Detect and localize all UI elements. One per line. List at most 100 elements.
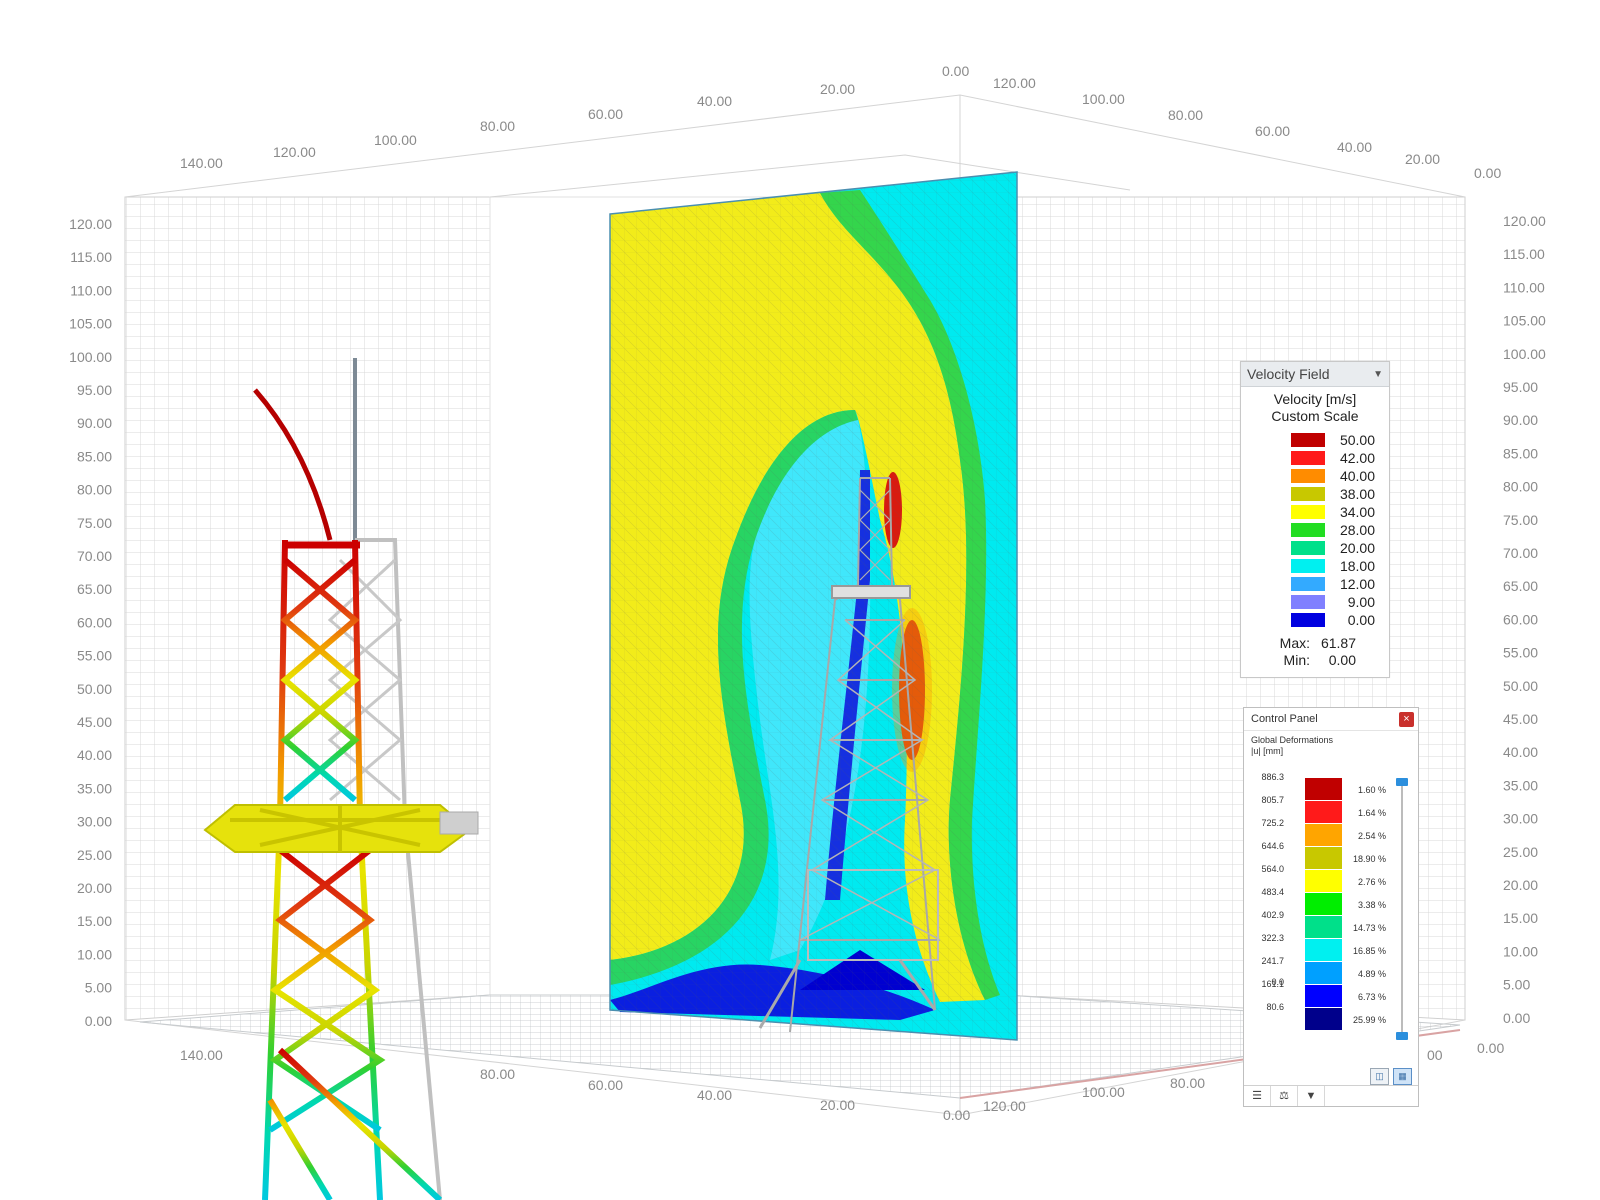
vertical-axis-right-tick: 90.00 bbox=[1503, 412, 1538, 428]
min-label: Min: bbox=[1283, 652, 1310, 668]
color-swatch bbox=[1305, 824, 1342, 846]
color-swatch bbox=[1291, 523, 1325, 537]
velocity-legend-panel: Velocity Field ▼ Velocity [m/s] Custom S… bbox=[1240, 361, 1390, 678]
deformation-value: 241.7 bbox=[1261, 956, 1284, 966]
top-axis-left-tick: 60.00 bbox=[588, 106, 623, 122]
top-axis-left-tick: 80.00 bbox=[480, 118, 515, 134]
vertical-axis-right-tick: 0.00 bbox=[1503, 1010, 1530, 1026]
velocity-legend-row: 42.00 bbox=[1241, 449, 1389, 467]
close-icon[interactable]: × bbox=[1399, 711, 1414, 727]
balance-icon[interactable]: ⚖ bbox=[1271, 1086, 1298, 1106]
vertical-axis-left-tick: 70.00 bbox=[77, 548, 112, 564]
velocity-legend-row: 34.00 bbox=[1241, 503, 1389, 521]
color-swatch bbox=[1305, 916, 1342, 938]
control-panel: Control Panel × Global Deformations |u| … bbox=[1243, 707, 1419, 1107]
scale-icon[interactable]: ▦ bbox=[1393, 1068, 1412, 1085]
deformation-value: 483.4 bbox=[1261, 887, 1284, 897]
color-scale-icon[interactable]: ☰ bbox=[1244, 1086, 1271, 1106]
vertical-axis-right-tick: 110.00 bbox=[1503, 279, 1545, 295]
vertical-axis-left-tick: 0.00 bbox=[85, 1013, 112, 1029]
color-swatch bbox=[1305, 985, 1342, 1007]
top-axis-right: 120.00 100.00 80.00 60.00 40.00 20.00 0.00 bbox=[993, 75, 1501, 181]
scale-min-value: 0.0 bbox=[1271, 977, 1284, 987]
vertical-axis-right-tick: 115.00 bbox=[1503, 246, 1545, 262]
vertical-axis-left-tick: 50.00 bbox=[77, 681, 112, 697]
top-axis-left-tick: 120.00 bbox=[273, 144, 316, 160]
top-axis-right-tick: 60.00 bbox=[1255, 123, 1290, 139]
vertical-axis-left-tick: 35.00 bbox=[77, 780, 112, 796]
percent-share: 2.54 % bbox=[1357, 831, 1386, 841]
velocity-legend-row: 9.00 bbox=[1241, 593, 1389, 611]
vertical-axis-left-tick: 5.00 bbox=[85, 980, 112, 996]
scale-range-slider[interactable] bbox=[1396, 778, 1408, 1040]
vertical-axis-right-tick: 10.00 bbox=[1503, 943, 1538, 959]
vertical-axis-left-tick: 25.00 bbox=[77, 847, 112, 863]
vertical-axis-right-tick: 45.00 bbox=[1503, 711, 1538, 727]
slider-bottom-handle[interactable] bbox=[1396, 1032, 1408, 1040]
velocity-value: 40.00 bbox=[1339, 468, 1375, 484]
vertical-axis-left-tick: 95.00 bbox=[77, 382, 112, 398]
percent-share: 14.73 % bbox=[1352, 923, 1386, 933]
color-swatch bbox=[1291, 577, 1325, 591]
deformation-value: 402.9 bbox=[1261, 910, 1284, 920]
velocity-value: 12.00 bbox=[1339, 576, 1375, 592]
top-axis-left: 140.00 120.00 100.00 80.00 60.00 40.00 20.00 0.… bbox=[180, 63, 969, 171]
velocity-legend-row: 18.00 bbox=[1241, 557, 1389, 575]
vertical-axis-right-tick: 15.00 bbox=[1503, 910, 1538, 926]
percent-share: 2.76 % bbox=[1357, 877, 1386, 887]
velocity-legend-entries: 50.00 42.00 40.00 38.00 34.00 28.00 20.00 18.00… bbox=[1241, 431, 1389, 629]
vertical-axis-left-tick: 100.00 bbox=[69, 349, 112, 365]
vertical-axis-right-tick: 5.00 bbox=[1503, 977, 1530, 993]
deformation-value: 725.2 bbox=[1261, 818, 1284, 828]
control-panel-tools: ◫ ▦ bbox=[1370, 1068, 1412, 1085]
export-icon[interactable]: ◫ bbox=[1370, 1068, 1389, 1085]
vertical-axis-right-tick: 70.00 bbox=[1503, 545, 1538, 561]
percent-share: 18.90 % bbox=[1352, 854, 1386, 864]
vertical-axis-left-tick: 120.00 bbox=[69, 216, 112, 232]
bottom-axis-right-tick: 120.00 bbox=[983, 1098, 1026, 1114]
top-axis-right-tick: 120.00 bbox=[993, 75, 1036, 91]
color-swatch bbox=[1305, 939, 1342, 961]
deformation-scale-row[interactable]: 80.6 25.99 % bbox=[1244, 1002, 1394, 1031]
vertical-axis-right-tick: 75.00 bbox=[1503, 512, 1538, 528]
bottom-axis-left-tick: 40.00 bbox=[697, 1087, 732, 1103]
vertical-axis-left: 120.00 115.00 110.00 105.00 100.00 95.00 90.00… bbox=[69, 216, 112, 1029]
vertical-axis-left-tick: 65.00 bbox=[77, 581, 112, 597]
velocity-value: 38.00 bbox=[1339, 486, 1375, 502]
vertical-axis-right-tick: 85.00 bbox=[1503, 445, 1538, 461]
control-panel-header[interactable]: Control Panel × bbox=[1244, 708, 1418, 731]
vertical-axis-left-tick: 105.00 bbox=[69, 316, 112, 332]
velocity-legend-row: 0.00 bbox=[1241, 611, 1389, 629]
deformation-value: 80.6 bbox=[1266, 1002, 1284, 1012]
deformation-scale-list: 886.3 1.60 % 805.7 1.64 % 725.2 2.54 % 644.6 18… bbox=[1244, 772, 1394, 1031]
velocity-value: 20.00 bbox=[1339, 540, 1375, 556]
velocity-legend-row: 38.00 bbox=[1241, 485, 1389, 503]
chevron-down-icon[interactable]: ▼ bbox=[1373, 369, 1383, 380]
velocity-value: 42.00 bbox=[1339, 450, 1375, 466]
bottom-axis-left-tick: 60.00 bbox=[588, 1077, 623, 1093]
max-label: Max: bbox=[1279, 635, 1310, 651]
color-swatch bbox=[1305, 847, 1342, 869]
velocity-field-plane[interactable] bbox=[609, 171, 1018, 1041]
filter-icon[interactable]: ▼ bbox=[1298, 1086, 1325, 1106]
vertical-axis-left-tick: 55.00 bbox=[77, 648, 112, 664]
top-axis-left-tick: 40.00 bbox=[697, 93, 732, 109]
velocity-legend-row: 20.00 bbox=[1241, 539, 1389, 557]
vertical-axis-left-tick: 20.00 bbox=[77, 880, 112, 896]
vertical-axis-right-tick: 100.00 bbox=[1503, 346, 1546, 362]
vertical-axis-left-tick: 110.00 bbox=[70, 282, 112, 298]
color-swatch bbox=[1291, 613, 1325, 627]
slider-top-handle[interactable] bbox=[1396, 778, 1408, 786]
vertical-axis-left-tick: 75.00 bbox=[77, 515, 112, 531]
vertical-axis-right-tick: 25.00 bbox=[1503, 844, 1538, 860]
percent-share: 25.99 % bbox=[1352, 1015, 1386, 1025]
color-swatch bbox=[1291, 541, 1325, 555]
color-swatch bbox=[1291, 595, 1325, 609]
velocity-legend-header[interactable]: Velocity Field ▼ bbox=[1241, 362, 1389, 387]
bottom-axis-right-tick: 100.00 bbox=[1082, 1084, 1125, 1100]
vertical-axis-right-tick: 20.00 bbox=[1503, 877, 1538, 893]
bottom-axis-right-tick: 00 bbox=[1427, 1047, 1443, 1063]
color-swatch bbox=[1305, 870, 1342, 892]
deformation-value: 805.7 bbox=[1261, 795, 1284, 805]
vertical-axis-left-tick: 40.00 bbox=[77, 747, 112, 763]
